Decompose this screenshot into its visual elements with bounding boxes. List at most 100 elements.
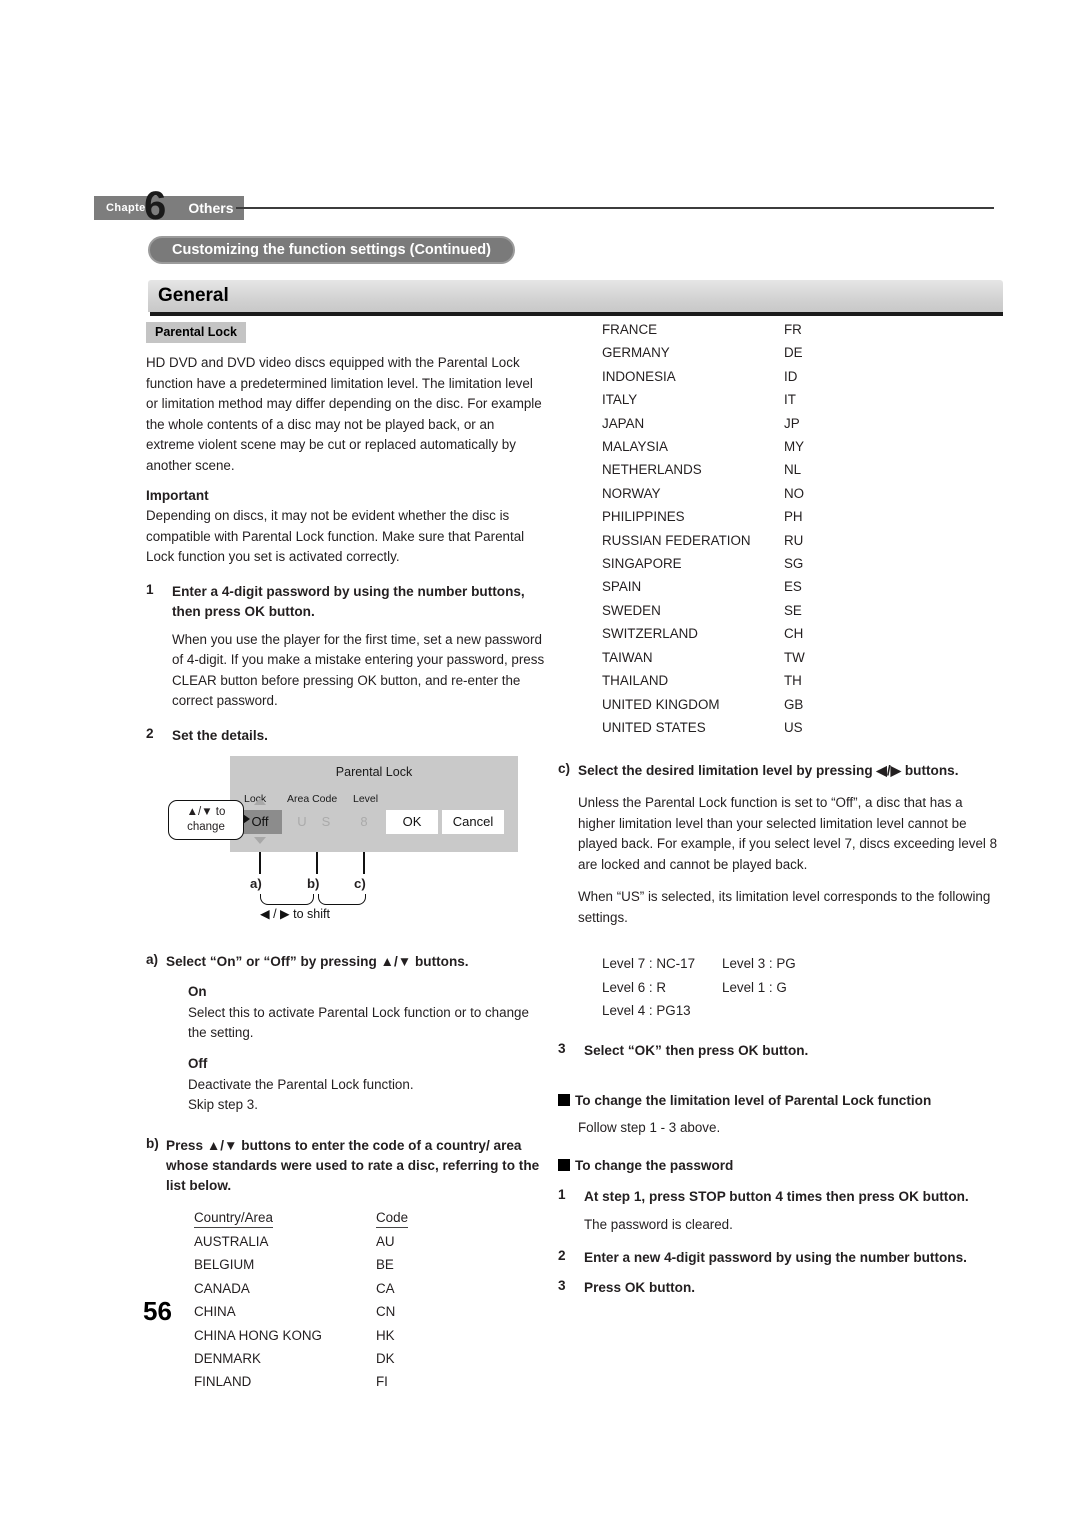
country-code: MY (784, 439, 805, 455)
general-heading-text: General (158, 285, 229, 306)
general-heading-bar: General (148, 280, 1003, 312)
password-step-1-note: The password is cleared. (584, 1217, 733, 1233)
country-name: SWITZERLAND (602, 626, 698, 642)
marker-b: b) (307, 875, 320, 891)
chapter-header: Chapter Others 6 (94, 186, 994, 226)
item-a-title: Select “On” or “Off” by pressing ▲/▼ but… (166, 953, 469, 969)
change-password-heading: To change the password (558, 1156, 998, 1175)
country-row: MALAYSIA MY (602, 435, 844, 458)
step-2-title: Set the details. (172, 727, 268, 743)
left-column: Parental Lock HD DVD and DVD video discs… (146, 322, 546, 1394)
country-code: AU (376, 1233, 395, 1249)
important-heading: Important (146, 488, 209, 503)
section-title-pill: Customizing the function settings (Conti… (148, 236, 515, 264)
shift-instruction-label: ◀ / ▶ to shift (260, 906, 330, 921)
password-step-1-number: 1 (558, 1187, 566, 1203)
password-step-3-body: Press OK button. (584, 1278, 998, 1298)
item-a: a) Select “On” or “Off” by pressing ▲/▼ … (146, 952, 546, 1116)
step-2-number: 2 (146, 725, 154, 741)
item-b-body: Press ▲/▼ buttons to enter the code of a… (166, 1136, 546, 1196)
country-table-body-right: FRANCE FR GERMANY DE INDONESIA ID ITALY IT JAPAN… (602, 318, 844, 739)
country-code: DK (376, 1350, 395, 1366)
country-name: JAPAN (602, 415, 645, 431)
important-text: Depending on discs, it may not be eviden… (146, 508, 525, 564)
country-code: DE (784, 345, 803, 361)
updown-change-callout: ▲/▼ to change (168, 799, 244, 840)
country-code: PH (784, 509, 803, 525)
item-c-letter: c) (558, 761, 571, 777)
change-password-text: To change the password (575, 1158, 734, 1174)
password-step-3: 3 Press OK button. (558, 1278, 998, 1298)
country-name: NETHERLANDS (602, 462, 702, 478)
country-row: INDONESIA ID (602, 365, 844, 388)
country-code: NO (784, 485, 805, 501)
step-3-number: 3 (558, 1040, 566, 1056)
level-entry-right: Level 1 : G (722, 979, 787, 995)
country-name: UNITED KINGDOM (602, 696, 720, 712)
country-row: AUSTRALIA AU (194, 1230, 436, 1253)
password-step-2-body: Enter a new 4-digit password by using th… (584, 1248, 998, 1268)
country-row: SPAIN ES (602, 575, 844, 598)
country-name: AUSTRALIA (194, 1233, 269, 1249)
country-name: CHINA HONG KONG (194, 1327, 322, 1343)
item-c-paragraph-1: Unless the Parental Lock function is set… (578, 795, 998, 872)
osd-area-code-char-2[interactable]: S (316, 810, 336, 834)
level-entry-right: Level 3 : PG (722, 956, 796, 972)
password-step-2: 2 Enter a new 4-digit password by using … (558, 1248, 998, 1268)
callout-line-2: change (187, 820, 225, 833)
item-b-letter: b) (146, 1135, 159, 1151)
square-bullet-icon (558, 1093, 570, 1106)
country-name: FINLAND (194, 1374, 252, 1390)
marker-a: a) (250, 875, 262, 891)
country-name: UNITED STATES (602, 719, 706, 735)
item-b: b) Press ▲/▼ buttons to enter the code o… (146, 1136, 546, 1196)
osd-down-arrow-icon (254, 836, 266, 844)
country-row: BELGIUM BE (194, 1253, 436, 1276)
osd-title: Parental Lock (335, 764, 413, 779)
level-row: Level 4 : PG13 (602, 999, 998, 1022)
chapter-tab: Chapter Others (94, 196, 244, 220)
country-name: TAIWAN (602, 649, 653, 665)
osd-panel: Parental Lock Lock Area Code Level Off U… (230, 755, 518, 852)
country-code: HK (376, 1327, 395, 1343)
osd-cancel-button[interactable]: Cancel (442, 809, 504, 834)
osd-value-row: Off U S 8 OK Cancel (230, 809, 518, 834)
country-row: ITALY IT (602, 388, 844, 411)
country-row: CHINA HONG KONG HK (194, 1324, 436, 1347)
item-a-off-heading: Off (188, 1055, 208, 1071)
step-1-number: 1 (146, 581, 154, 597)
osd-ok-button[interactable]: OK (386, 809, 438, 834)
country-row: FINLAND FI (194, 1370, 436, 1393)
country-name: INDONESIA (602, 368, 676, 384)
password-step-1: 1 At step 1, press STOP button 4 times t… (558, 1187, 998, 1236)
level-entry-left: Level 7 : NC-17 (602, 956, 696, 972)
country-name: DENMARK (194, 1350, 261, 1366)
chapter-rule (236, 207, 994, 209)
osd-label-level: Level (353, 792, 379, 805)
country-code: CH (784, 626, 804, 642)
country-name: CANADA (194, 1280, 250, 1296)
parental-lock-osd-diagram: Parental Lock Lock Area Code Level Off U… (168, 755, 538, 924)
country-code: CN (376, 1304, 396, 1320)
country-row: SINGAPORE SG (602, 552, 844, 575)
country-code-table-right: FRANCE FR GERMANY DE INDONESIA ID ITALY IT JAPAN… (602, 318, 844, 739)
country-code: IT (784, 392, 796, 408)
step-2: 2 Set the details. (146, 726, 546, 746)
password-step-1-body: At step 1, press STOP button 4 times the… (584, 1187, 998, 1236)
item-a-letter: a) (146, 951, 159, 967)
country-row: NORWAY NO (602, 482, 844, 505)
country-name: ITALY (602, 392, 638, 408)
country-code: RU (784, 532, 804, 548)
country-name: BELGIUM (194, 1257, 255, 1273)
osd-level-value[interactable]: 8 (354, 810, 374, 834)
chapter-name: Others (188, 200, 234, 216)
country-name: THAILAND (602, 673, 669, 689)
item-c-paragraph-2: When “US” is selected, its limitation le… (578, 889, 991, 925)
leader-line-a (259, 851, 261, 874)
osd-area-code-char-1[interactable]: U (292, 810, 312, 834)
country-code: CA (376, 1280, 395, 1296)
item-c: c) Select the desired limitation level b… (558, 761, 998, 940)
manual-page: Chapter Others 6 Customizing the functio… (0, 0, 1080, 1528)
country-code: SE (784, 602, 802, 618)
marker-c: c) (354, 875, 366, 891)
